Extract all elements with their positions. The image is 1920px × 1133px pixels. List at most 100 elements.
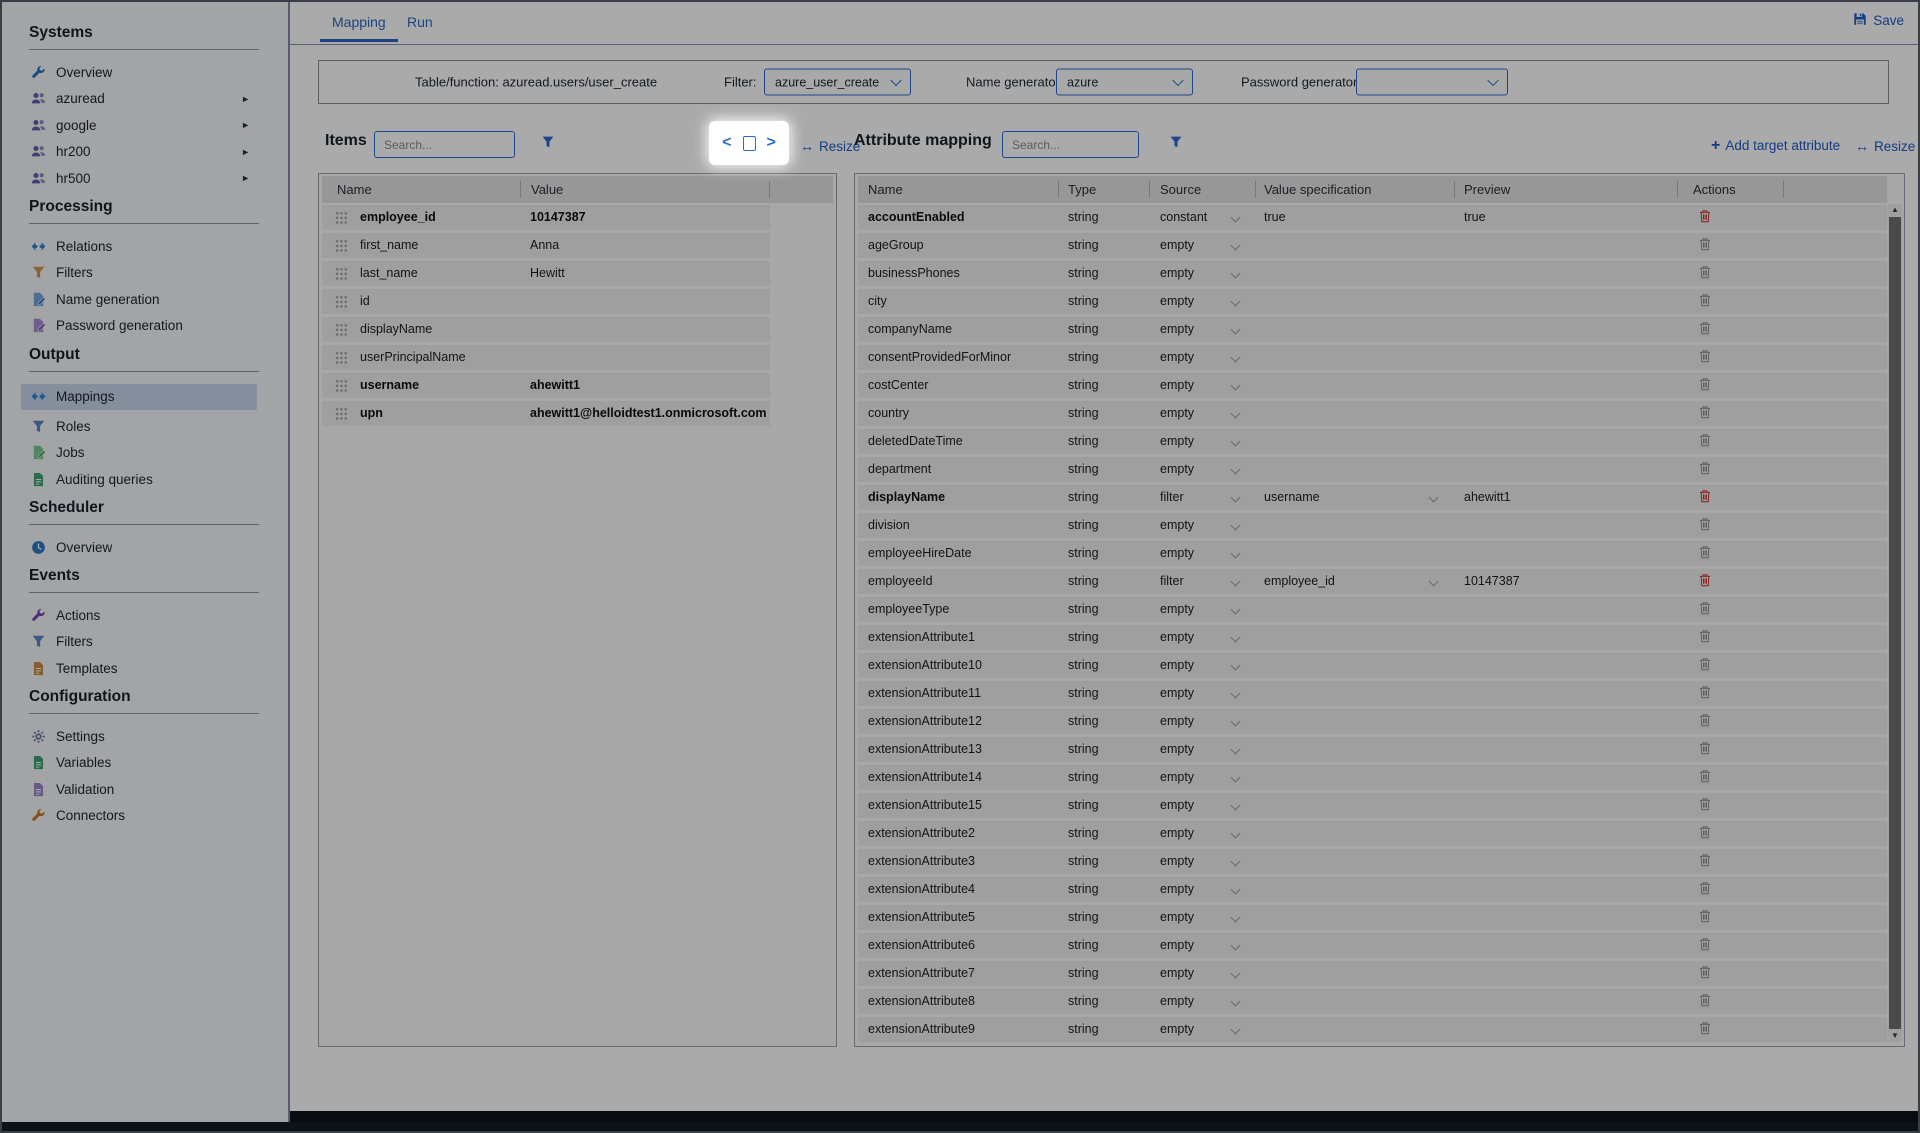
source-dropdown-value[interactable]: empty [1160,345,1194,370]
delete-trash-icon[interactable] [1698,825,1712,844]
chevron-down-icon[interactable] [1231,493,1241,503]
drag-handle-icon[interactable] [335,351,348,365]
source-dropdown-value[interactable]: constant [1160,205,1207,230]
items-resize-button[interactable]: ↔ Resize [800,138,860,154]
chevron-down-icon[interactable] [1231,885,1241,895]
chevron-down-icon[interactable] [1231,521,1241,531]
vertical-scrollbar[interactable]: ▲ ▼ [1888,204,1902,1042]
chevron-down-icon[interactable] [1231,409,1241,419]
chevron-down-icon[interactable] [1231,381,1241,391]
source-dropdown-value[interactable]: empty [1160,317,1194,342]
sidebar-item-mappings[interactable]: Mappings [21,384,257,410]
delete-trash-icon[interactable] [1698,881,1712,900]
items-search[interactable] [374,131,515,158]
chevron-down-icon[interactable] [1231,1025,1241,1035]
delete-trash-icon[interactable] [1698,629,1712,648]
chevron-down-icon[interactable] [1231,773,1241,783]
sidebar-item-google[interactable]: google► [21,115,257,135]
chevron-down-icon[interactable] [1231,745,1241,755]
mapping-search-input[interactable] [1010,137,1169,153]
delete-trash-icon[interactable] [1698,433,1712,452]
delete-trash-icon[interactable] [1698,293,1712,312]
value-specification[interactable]: true [1264,205,1286,230]
mapping-search[interactable] [1002,131,1139,158]
drag-handle-icon[interactable] [335,407,348,421]
chevron-down-icon[interactable] [1231,689,1241,699]
chevron-down-icon[interactable] [1231,269,1241,279]
scroll-up-icon[interactable]: ▲ [1888,204,1902,216]
chevron-down-icon[interactable] [1231,829,1241,839]
source-dropdown-value[interactable]: empty [1160,905,1194,930]
mapping-resize-button[interactable]: ↔ Resize [1855,138,1915,154]
source-dropdown-value[interactable]: empty [1160,513,1194,538]
password-generator-select[interactable] [1356,69,1508,96]
chevron-down-icon[interactable] [1231,633,1241,643]
source-dropdown-value[interactable]: empty [1160,1017,1194,1042]
source-dropdown-value[interactable]: empty [1160,737,1194,762]
source-dropdown-value[interactable]: empty [1160,625,1194,650]
delete-trash-icon[interactable] [1698,937,1712,956]
delete-trash-icon[interactable] [1698,489,1712,508]
delete-trash-icon[interactable] [1698,797,1712,816]
delete-trash-icon[interactable] [1698,601,1712,620]
delete-trash-icon[interactable] [1698,209,1712,228]
sidebar-item-name-generation[interactable]: Name generation [21,289,257,309]
save-button[interactable]: Save [1853,12,1904,29]
sidebar-item-templates[interactable]: Templates [21,658,257,678]
source-dropdown-value[interactable]: empty [1160,653,1194,678]
sidebar-item-actions[interactable]: Actions [21,605,257,625]
sidebar-item-password-generation[interactable]: Password generation [21,316,257,336]
record-square-icon[interactable] [743,136,756,151]
chevron-down-icon[interactable] [1231,717,1241,727]
drag-handle-icon[interactable] [335,267,348,281]
value-specification[interactable]: employee_id [1264,569,1335,594]
drag-handle-icon[interactable] [335,239,348,253]
sidebar-item-overview[interactable]: Overview [21,62,257,82]
delete-trash-icon[interactable] [1698,237,1712,256]
delete-trash-icon[interactable] [1698,545,1712,564]
sidebar-item-roles[interactable]: Roles [21,416,257,436]
expand-caret-icon[interactable]: ► [241,147,250,157]
source-dropdown-value[interactable]: empty [1160,933,1194,958]
chevron-down-icon[interactable] [1231,997,1241,1007]
source-dropdown-value[interactable]: empty [1160,961,1194,986]
delete-trash-icon[interactable] [1698,405,1712,424]
source-dropdown-value[interactable]: empty [1160,849,1194,874]
delete-trash-icon[interactable] [1698,853,1712,872]
delete-trash-icon[interactable] [1698,517,1712,536]
source-dropdown-value[interactable]: filter [1160,485,1184,510]
sidebar-item-filters[interactable]: Filters [21,263,257,283]
drag-handle-icon[interactable] [335,379,348,393]
scrollbar-thumb[interactable] [1889,217,1901,1029]
source-dropdown-value[interactable]: empty [1160,401,1194,426]
delete-trash-icon[interactable] [1698,573,1712,592]
sidebar-item-variables[interactable]: Variables [21,753,257,773]
source-dropdown-value[interactable]: empty [1160,709,1194,734]
expand-caret-icon[interactable]: ► [241,120,250,130]
chevron-down-icon[interactable] [1429,577,1439,587]
value-specification[interactable]: username [1264,485,1320,510]
chevron-down-icon[interactable] [1231,297,1241,307]
source-dropdown-value[interactable]: empty [1160,429,1194,454]
items-search-input[interactable] [382,137,541,153]
drag-handle-icon[interactable] [335,295,348,309]
sidebar-item-jobs[interactable]: Jobs [21,443,257,463]
drag-handle-icon[interactable] [335,323,348,337]
source-dropdown-value[interactable]: empty [1160,597,1194,622]
chevron-down-icon[interactable] [1231,577,1241,587]
source-dropdown-value[interactable]: empty [1160,541,1194,566]
chevron-left-icon[interactable]: < [722,135,731,151]
chevron-down-icon[interactable] [1231,801,1241,811]
source-dropdown-value[interactable]: empty [1160,289,1194,314]
delete-trash-icon[interactable] [1698,993,1712,1012]
delete-trash-icon[interactable] [1698,741,1712,760]
source-dropdown-value[interactable]: empty [1160,989,1194,1014]
tab-mapping[interactable]: Mapping [332,14,386,30]
source-dropdown-value[interactable]: empty [1160,261,1194,286]
delete-trash-icon[interactable] [1698,685,1712,704]
delete-trash-icon[interactable] [1698,1021,1712,1040]
delete-trash-icon[interactable] [1698,321,1712,340]
sidebar-item-auditing-queries[interactable]: Auditing queries [21,469,257,489]
delete-trash-icon[interactable] [1698,349,1712,368]
sidebar-item-connectors[interactable]: Connectors [21,806,257,826]
